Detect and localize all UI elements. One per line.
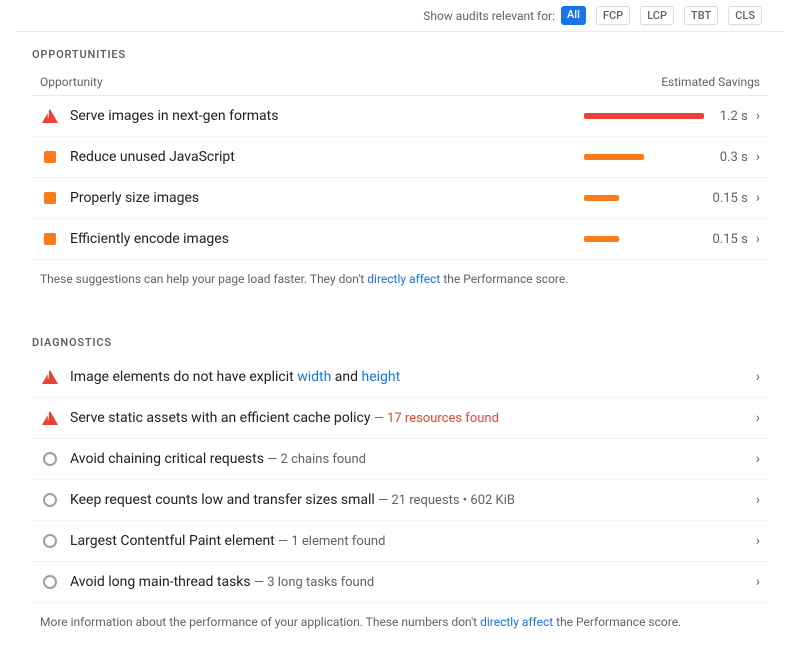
top-bar: Show audits relevant for: All FCP LCP TB… [16,0,784,32]
chaining-subtext: — 2 chains found [264,452,366,467]
opportunities-header: Opportunity Estimated Savings [32,69,768,96]
savings-value-serve-images: 1.2 s [712,109,748,124]
diagnostic-row-cache-policy[interactable]: Serve static assets with an efficient ca… [32,398,768,439]
top-bar-badges: All FCP LCP TBT CLS [561,6,768,25]
chevron-icon-efficiently-encode[interactable]: › [756,231,760,247]
diagnostic-row-image-dimensions[interactable]: Image elements do not have explicit widt… [32,357,768,398]
square-orange-icon-properly-size [40,188,60,208]
square-orange-icon-efficiently-encode [40,229,60,249]
chevron-icon-cache[interactable]: › [756,410,760,426]
savings-value-properly-size: 0.15 s [712,191,748,206]
height-link[interactable]: height [362,369,401,385]
diagnostics-title: DIAGNOSTICS [32,336,768,349]
opportunity-label-efficiently-encode: Efficiently encode images [70,231,572,247]
circle-gray-icon-request-counts [40,490,60,510]
request-counts-subtext: — 21 requests • 602 KiB [375,493,515,508]
diagnostic-row-long-tasks[interactable]: Avoid long main-thread tasks — 3 long ta… [32,562,768,603]
badge-lcp[interactable]: LCP [640,6,674,25]
savings-value-efficiently-encode: 0.15 s [712,232,748,247]
savings-bar-container [584,113,704,119]
badge-fcp[interactable]: FCP [596,6,630,25]
savings-bar-efficiently-encode [584,236,619,242]
opportunity-label-serve-images: Serve images in next-gen formats [70,108,572,124]
circle-gray-icon-chaining [40,449,60,469]
opportunities-title: OPPORTUNITIES [32,48,768,61]
header-savings: Estimated Savings [661,75,760,89]
diagnostic-label-lcp: Largest Contentful Paint element — 1 ele… [70,533,748,549]
opportunity-savings-serve-images: 1.2 s [584,109,748,124]
chevron-icon-chaining[interactable]: › [756,451,760,467]
opportunity-savings-efficiently-encode: 0.15 s [584,232,748,247]
chevron-icon-lcp[interactable]: › [756,533,760,549]
diagnostic-label-long-tasks: Avoid long main-thread tasks — 3 long ta… [70,574,748,590]
savings-bar-container-reduce-js [584,154,704,160]
diagnostic-label-request-counts: Keep request counts low and transfer siz… [70,492,748,508]
chevron-icon-long-tasks[interactable]: › [756,574,760,590]
savings-value-reduce-js: 0.3 s [712,150,748,165]
opportunities-section: OPPORTUNITIES Opportunity Estimated Savi… [16,32,784,304]
chevron-icon-properly-size[interactable]: › [756,190,760,206]
opportunities-footer-link[interactable]: directly affect [367,272,440,286]
opportunity-label-reduce-js: Reduce unused JavaScript [70,149,572,165]
diagnostic-label-cache-policy: Serve static assets with an efficient ca… [70,410,748,426]
top-bar-label: Show audits relevant for: [423,9,555,23]
circle-gray-icon-lcp [40,531,60,551]
opportunity-savings-reduce-js: 0.3 s [584,150,748,165]
long-tasks-subtext: — 3 long tasks found [251,575,375,590]
chevron-icon-request-counts[interactable]: › [756,492,760,508]
square-orange-icon-reduce-js [40,147,60,167]
circle-gray-icon-long-tasks [40,572,60,592]
diagnostics-footer-note: More information about the performance o… [32,603,768,647]
opportunity-label-properly-size: Properly size images [70,190,572,206]
savings-bar-properly-size [584,195,619,201]
diagnostics-footer-link[interactable]: directly affect [480,615,553,629]
chevron-icon-serve-images[interactable]: › [756,108,760,124]
diagnostics-section: DIAGNOSTICS Image elements do not have e… [16,320,784,647]
diagnostic-label-image-dimensions: Image elements do not have explicit widt… [70,369,748,385]
diagnostic-row-request-counts[interactable]: Keep request counts low and transfer siz… [32,480,768,521]
savings-bar-reduce-js [584,154,644,160]
savings-bar [584,113,704,119]
triangle-red-icon [40,106,60,126]
badge-tbt[interactable]: TBT [684,6,718,25]
badge-cls[interactable]: CLS [728,6,762,25]
savings-bar-container-properly-size [584,195,704,201]
opportunity-savings-properly-size: 0.15 s [584,191,748,206]
width-link[interactable]: width [297,369,331,385]
diagnostic-row-chaining-requests[interactable]: Avoid chaining critical requests — 2 cha… [32,439,768,480]
opportunity-row-serve-images[interactable]: Serve images in next-gen formats 1.2 s › [32,96,768,137]
opportunity-row-reduce-js[interactable]: Reduce unused JavaScript 0.3 s › [32,137,768,178]
chevron-icon-reduce-js[interactable]: › [756,149,760,165]
opportunity-row-efficiently-encode[interactable]: Efficiently encode images 0.15 s › [32,219,768,260]
opportunity-row-properly-size[interactable]: Properly size images 0.15 s › [32,178,768,219]
header-opportunity: Opportunity [40,75,103,89]
opportunities-footer-note: These suggestions can help your page loa… [32,260,768,304]
lcp-subtext: — 1 element found [275,534,386,549]
diagnostic-label-chaining-requests: Avoid chaining critical requests — 2 cha… [70,451,748,467]
cache-policy-subtext: — 17 resources found [370,411,498,426]
savings-bar-container-efficiently-encode [584,236,704,242]
diagnostic-row-lcp[interactable]: Largest Contentful Paint element — 1 ele… [32,521,768,562]
chevron-icon-image-dims[interactable]: › [756,369,760,385]
triangle-red-icon-cache [40,408,60,428]
badge-all[interactable]: All [561,6,586,25]
triangle-red-icon-image-dims [40,367,60,387]
